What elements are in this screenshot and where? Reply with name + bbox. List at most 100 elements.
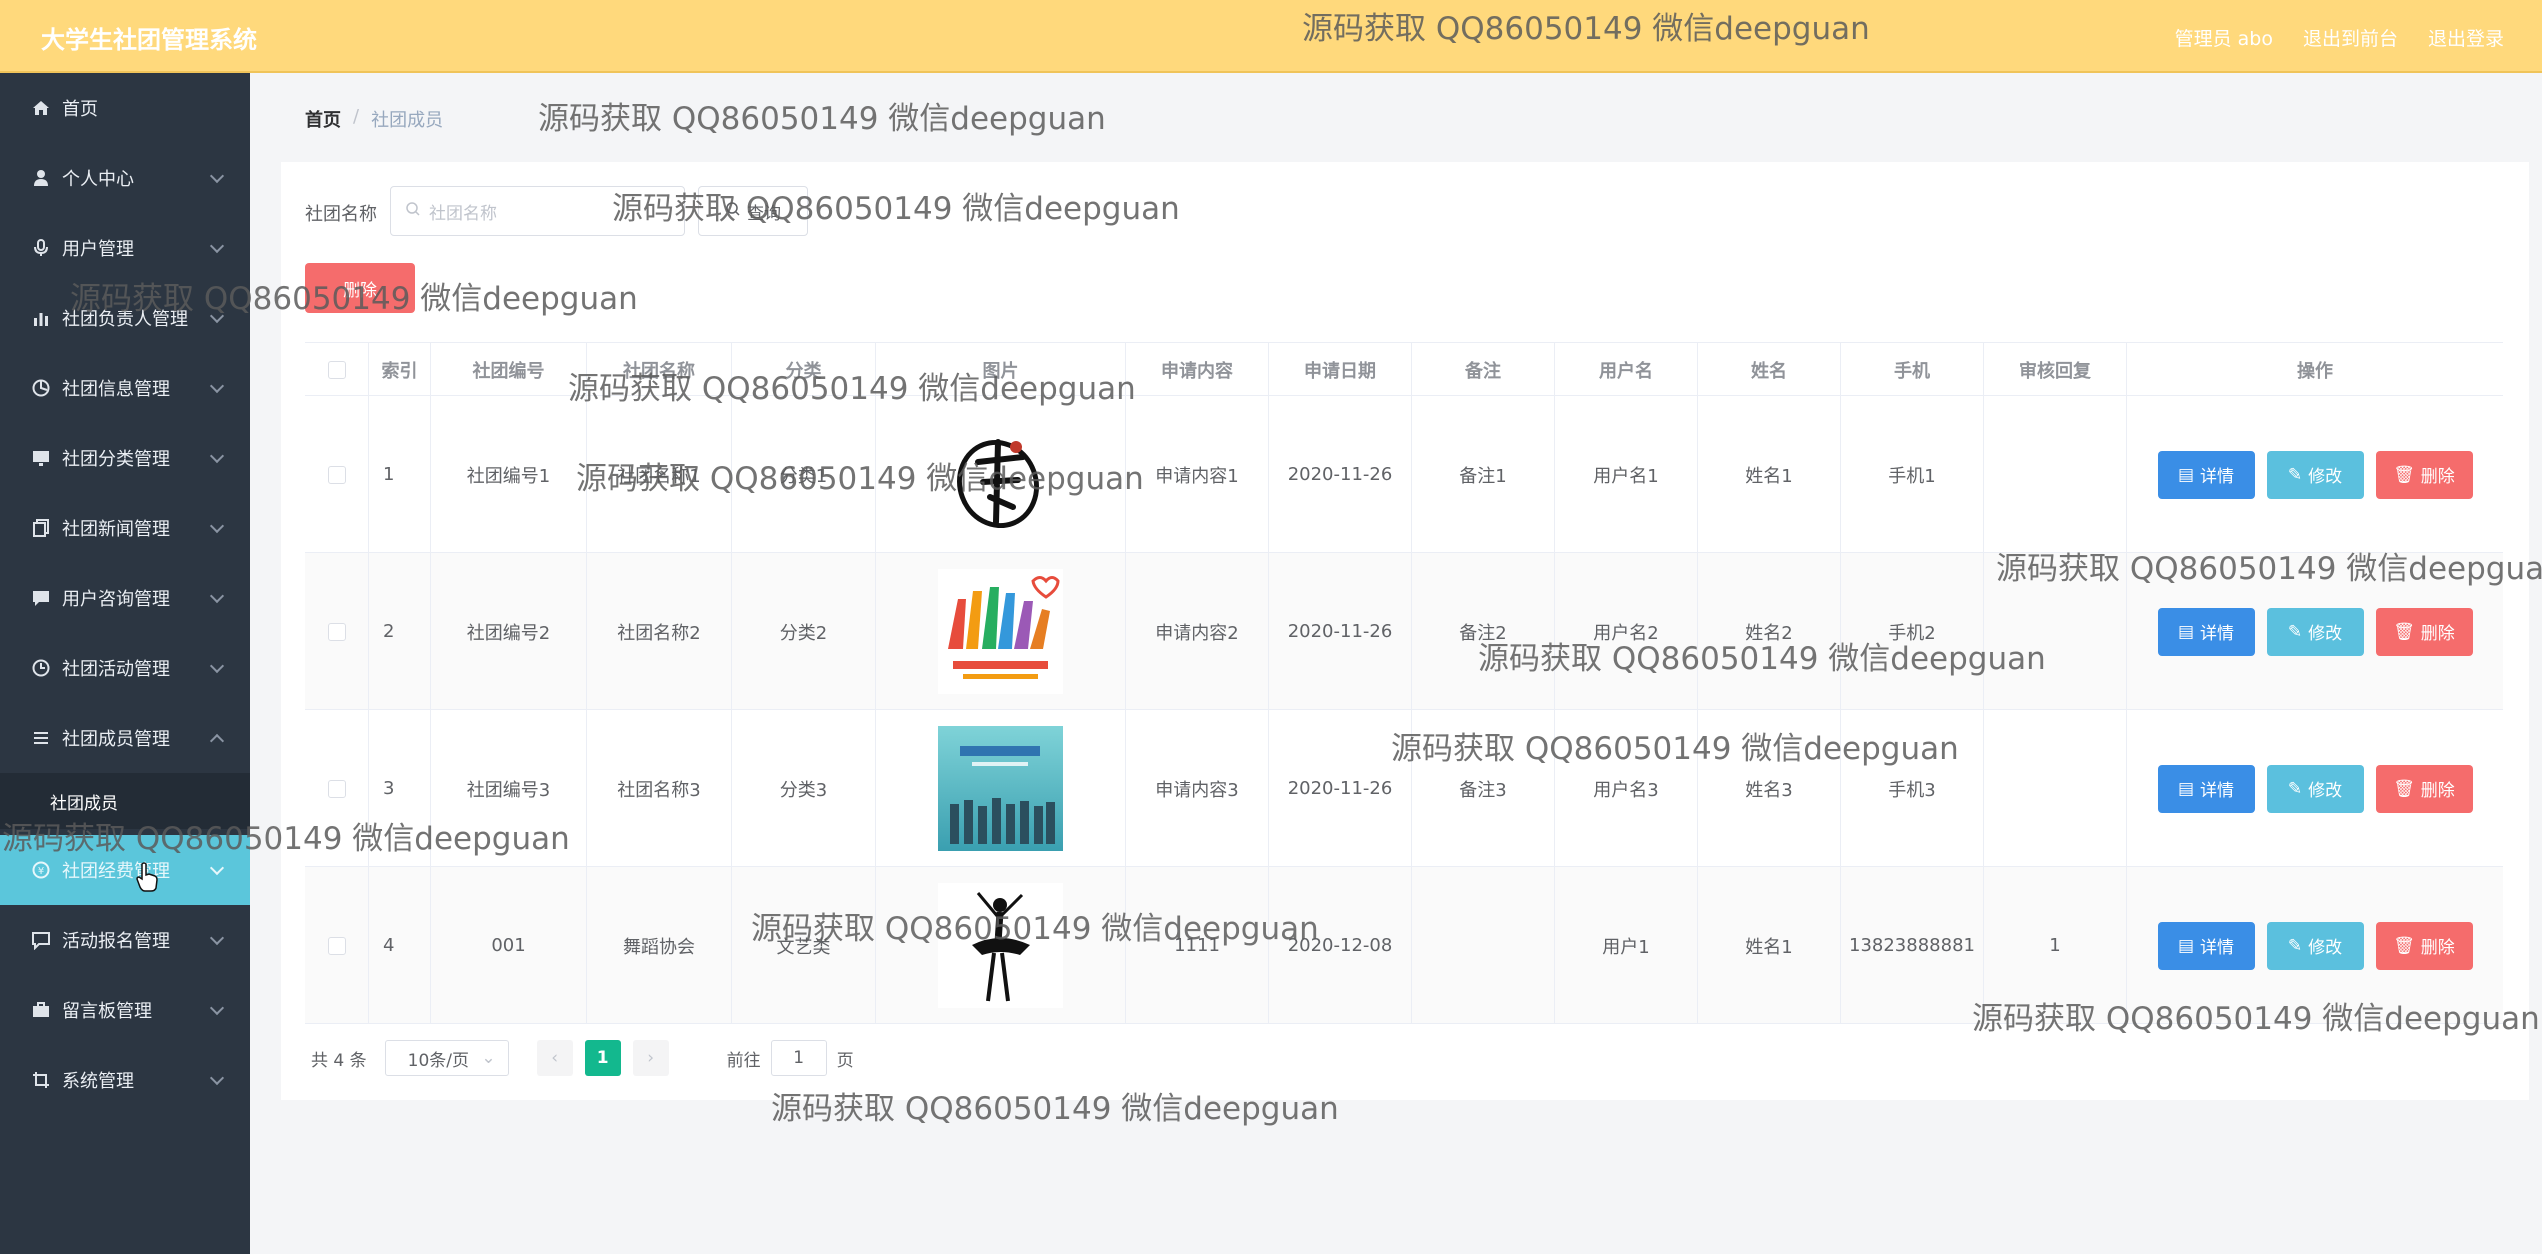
select-all-checkbox[interactable] <box>327 361 346 379</box>
document-icon: ▤ <box>2177 935 2195 956</box>
row-select-cell <box>305 396 369 553</box>
row-checkbox[interactable] <box>327 465 346 484</box>
top-bar: 大学生社团管理系统 管理员 abo 退出到前台 退出登录 <box>0 0 2542 73</box>
watermark-text: 源码获取 QQ86050149 微信deepguan <box>538 101 1106 137</box>
detail-button[interactable]: ▤ 详情 <box>2157 450 2255 499</box>
logout-link[interactable]: 退出登录 <box>2428 24 2504 51</box>
club-name-search-input[interactable]: 社团名称 <box>390 186 685 236</box>
club-image-calligraphy[interactable] <box>938 412 1063 537</box>
sidebar-item-label: 社团新闻管理 <box>62 519 170 540</box>
sidebar-item-user-management[interactable]: 用户管理 <box>0 213 250 283</box>
detail-button[interactable]: ▤ 详情 <box>2157 764 2255 813</box>
pencil-icon: ✎ <box>2287 778 2303 799</box>
exit-to-frontend-link[interactable]: 退出到前台 <box>2303 24 2398 51</box>
cell-category: 分类1 <box>732 396 876 553</box>
sidebar-item-label: 社团负责人管理 <box>62 309 188 330</box>
copy-icon <box>30 517 52 539</box>
detail-button[interactable]: ▤ 详情 <box>2157 607 2255 656</box>
edit-label: 修改 <box>2308 781 2343 801</box>
sidebar-item-club-activity[interactable]: 社团活动管理 <box>0 633 250 703</box>
current-page-button[interactable]: 1 <box>584 1040 621 1076</box>
sidebar-item-system-management[interactable]: 系统管理 <box>0 1045 250 1115</box>
delete-button[interactable]: 🗑 删除 <box>2375 607 2473 656</box>
sidebar-item-label: 个人中心 <box>62 169 134 190</box>
row-checkbox[interactable] <box>327 779 346 798</box>
batch-delete-button[interactable]: 删除 <box>305 263 415 313</box>
delete-button[interactable]: 🗑 删除 <box>2375 764 2473 813</box>
sidebar-item-club-info[interactable]: 社团信息管理 <box>0 353 250 423</box>
select-all-cell <box>305 343 369 397</box>
column-header: 姓名 <box>1698 343 1841 397</box>
sidebar-item-label: 社团成员管理 <box>62 729 170 750</box>
goto-page-input[interactable]: 1 <box>770 1040 827 1076</box>
row-checkbox[interactable] <box>327 936 346 955</box>
sidebar-item-home[interactable]: 首页 <box>0 73 250 143</box>
prev-page-button[interactable]: ‹ <box>536 1040 573 1076</box>
breadcrumb-separator: / <box>353 106 360 127</box>
sidebar-item-leader-management[interactable]: 社团负责人管理 <box>0 283 250 353</box>
cell-content: 1111 <box>1126 867 1269 1024</box>
edit-button[interactable]: ✎ 修改 <box>2266 607 2364 656</box>
row-select-cell <box>305 710 369 867</box>
cell-image <box>876 396 1126 553</box>
next-page-button[interactable]: › <box>632 1040 669 1076</box>
cell-realname: 姓名1 <box>1698 867 1841 1024</box>
cell-index: 4 <box>369 867 431 1024</box>
edit-button[interactable]: ✎ 修改 <box>2266 764 2364 813</box>
chevron-down-icon <box>209 378 225 394</box>
sidebar-item-activity-signup[interactable]: 活动报名管理 <box>0 905 250 975</box>
cell-index: 2 <box>369 553 431 710</box>
sidebar-subitem-club-members[interactable]: 社团成员 <box>0 773 250 829</box>
chevron-down-icon <box>209 860 225 876</box>
sidebar-item-personal-center[interactable]: 个人中心 <box>0 143 250 213</box>
page-size-select[interactable]: 10条/页 ⌄ <box>384 1040 509 1076</box>
sidebar-item-label: 用户咨询管理 <box>62 589 170 610</box>
club-image-dancer[interactable] <box>938 883 1063 1008</box>
cell-club-code: 社团编号2 <box>431 553 587 710</box>
cell-index: 1 <box>369 396 431 553</box>
sidebar-item-fund-management[interactable]: ¥ 社团经费管理 <box>0 835 250 905</box>
sidebar-item-message-board[interactable]: 留言板管理 <box>0 975 250 1045</box>
chevron-down-icon <box>209 448 225 464</box>
sidebar-item-user-consult[interactable]: 用户咨询管理 <box>0 563 250 633</box>
row-select-cell <box>305 553 369 710</box>
delete-button[interactable]: 🗑 删除 <box>2375 450 2473 499</box>
chevron-left-icon: ‹ <box>551 1048 559 1068</box>
column-header: 操作 <box>2297 361 2333 382</box>
chevron-right-icon: › <box>647 1048 655 1068</box>
delete-label: 删除 <box>2420 467 2455 487</box>
club-image-hands[interactable] <box>938 569 1063 694</box>
table-row: 3 社团编号3 社团名称3 分类3 申请内容3 2020-11-26 备注3 用… <box>305 710 2503 867</box>
delete-button[interactable]: 🗑 删除 <box>2375 921 2473 970</box>
column-header: 索引 <box>369 343 431 397</box>
trash-icon: 🗑 <box>2393 778 2415 799</box>
pencil-icon: ✎ <box>2287 935 2303 956</box>
sidebar-item-label: 用户管理 <box>62 239 134 260</box>
sidebar-item-label: 系统管理 <box>62 1071 134 1092</box>
cell-phone: 手机2 <box>1841 553 1984 710</box>
edit-button[interactable]: ✎ 修改 <box>2266 450 2364 499</box>
row-checkbox[interactable] <box>327 622 346 641</box>
breadcrumb-current: 社团成员 <box>371 110 444 131</box>
cell-phone: 13823888881 <box>1841 867 1984 1024</box>
hand-cursor-icon <box>136 862 158 892</box>
edit-button[interactable]: ✎ 修改 <box>2266 921 2364 970</box>
chevron-down-icon <box>209 1070 225 1086</box>
club-image-poster[interactable] <box>938 726 1063 851</box>
sidebar-item-member-management[interactable]: 社团成员管理 <box>0 703 250 773</box>
sidebar-item-club-news[interactable]: 社团新闻管理 <box>0 493 250 563</box>
page-size-value: 10条/页 <box>407 1050 469 1071</box>
query-button[interactable]: 查询 <box>698 186 808 236</box>
cell-username: 用户名3 <box>1555 710 1698 867</box>
detail-label: 详情 <box>2200 781 2235 801</box>
home-icon <box>30 97 52 119</box>
breadcrumb-home[interactable]: 首页 <box>305 106 341 132</box>
admin-user-link[interactable]: 管理员 abo <box>2175 24 2273 51</box>
cell-remark: 备注3 <box>1412 710 1555 867</box>
cell-remark <box>1412 867 1555 1024</box>
cell-category: 分类2 <box>732 553 876 710</box>
cell-username: 用户1 <box>1555 867 1698 1024</box>
edit-label: 修改 <box>2308 467 2343 487</box>
detail-button[interactable]: ▤ 详情 <box>2157 921 2255 970</box>
sidebar-item-club-category[interactable]: 社团分类管理 <box>0 423 250 493</box>
